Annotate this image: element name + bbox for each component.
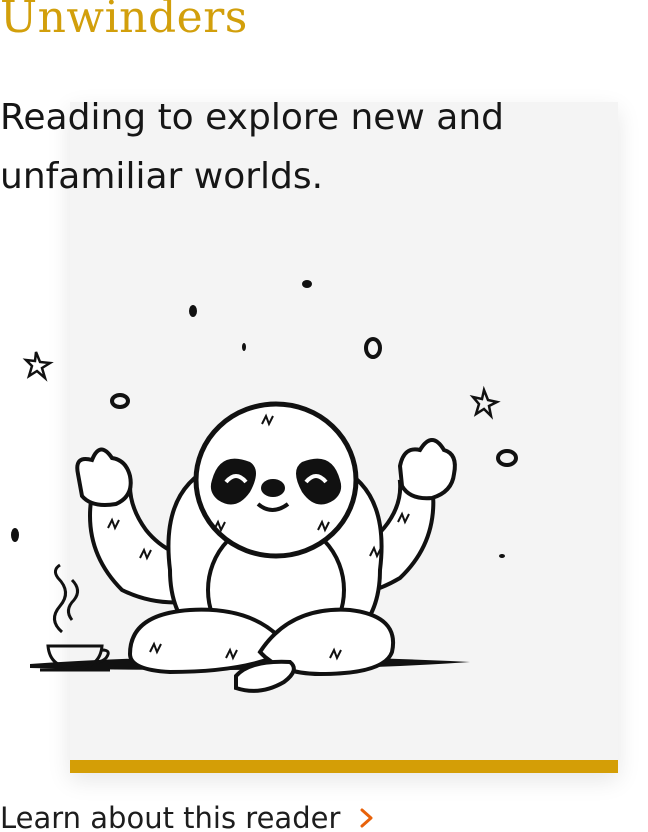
page-title: Unwinders: [0, 0, 248, 43]
chevron-right-icon: [360, 808, 373, 828]
learn-about-reader-link[interactable]: Learn about this reader: [0, 798, 378, 832]
reader-profile-page: Unwinders Reading to explore new and unf…: [0, 0, 648, 832]
sloth-illustration: [11, 280, 518, 693]
reader-tagline: Reading to explore new and unfamiliar wo…: [0, 97, 505, 197]
sloth-nose: [261, 479, 285, 497]
sloth-legs: [127, 607, 396, 693]
card-accent-bar: [70, 760, 618, 773]
learn-about-reader-label: Learn about this reader: [0, 801, 341, 832]
tea-cup: [40, 563, 110, 672]
